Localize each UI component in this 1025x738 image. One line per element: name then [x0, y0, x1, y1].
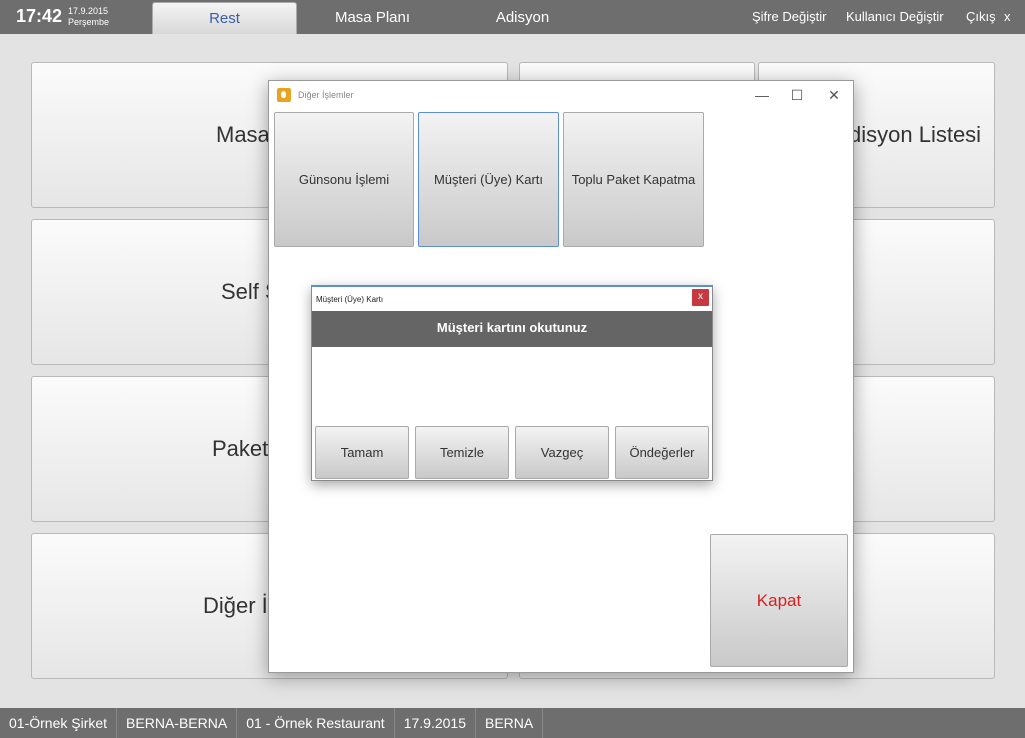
dialog-close-button[interactable]: x: [692, 289, 709, 306]
tile-masa-label: Masa: [216, 122, 270, 147]
current-day: Perşembe: [68, 17, 110, 27]
musteri-kart-button[interactable]: Müşteri (Üye) Kartı: [418, 112, 559, 247]
status-date: 17.9.2015: [395, 708, 476, 738]
window-titlebar: Diğer İşlemler: [277, 87, 354, 103]
logout-link[interactable]: Çıkış: [966, 9, 996, 24]
tile-adisyon-listesi-label: disyon Listesi: [849, 122, 982, 147]
dialog-title: Müşteri (Üye) Kartı: [316, 295, 384, 304]
toplu-paket-kapatma-button[interactable]: Toplu Paket Kapatma: [563, 112, 704, 247]
app-icon: [277, 88, 291, 102]
tab-adisyon[interactable]: Adisyon: [450, 2, 595, 34]
dialog-header: Müşteri kartını okutunuz: [312, 311, 712, 347]
change-user-link[interactable]: Kullanıcı Değiştir: [846, 9, 944, 24]
kapat-button[interactable]: Kapat: [710, 534, 848, 667]
gunsonu-button[interactable]: Günsonu İşlemi: [274, 112, 414, 247]
tile-diger-islemler-label: Diğer İ: [203, 593, 268, 618]
clock-date: 17.9.2015 Perşembe: [68, 6, 109, 28]
tamam-button[interactable]: Tamam: [315, 426, 409, 479]
tile-paket-label: Paket: [212, 436, 269, 461]
top-bar: 17:42 17.9.2015 Perşembe Rest Masa Planı…: [0, 0, 1025, 34]
minimize-icon[interactable]: —: [747, 85, 777, 105]
status-operator: BERNA: [476, 708, 544, 738]
status-company: 01-Örnek Şirket: [0, 708, 118, 738]
status-user: BERNA-BERNA: [117, 708, 238, 738]
window-title: Diğer İşlemler: [298, 90, 354, 100]
customer-card-dialog: Müşteri (Üye) Kartı x Müşteri kartını ok…: [311, 285, 713, 481]
vazgec-button[interactable]: Vazgeç: [515, 426, 609, 479]
maximize-icon[interactable]: ☐: [782, 85, 812, 105]
tab-rest[interactable]: Rest: [152, 2, 297, 34]
status-bar: 01-Örnek Şirket BERNA-BERNA 01 - Örnek R…: [0, 708, 1025, 738]
clock-time: 17:42: [16, 6, 63, 26]
ondegerler-button[interactable]: Öndeğerler: [615, 426, 709, 479]
close-icon[interactable]: ✕: [819, 85, 849, 105]
status-restaurant: 01 - Örnek Restaurant: [237, 708, 395, 738]
change-password-link[interactable]: Şifre Değiştir: [752, 9, 826, 24]
current-date: 17.9.2015: [68, 6, 109, 16]
temizle-button[interactable]: Temizle: [415, 426, 509, 479]
tab-masa-plani[interactable]: Masa Planı: [300, 2, 445, 34]
app-close-button[interactable]: x: [1004, 9, 1011, 24]
